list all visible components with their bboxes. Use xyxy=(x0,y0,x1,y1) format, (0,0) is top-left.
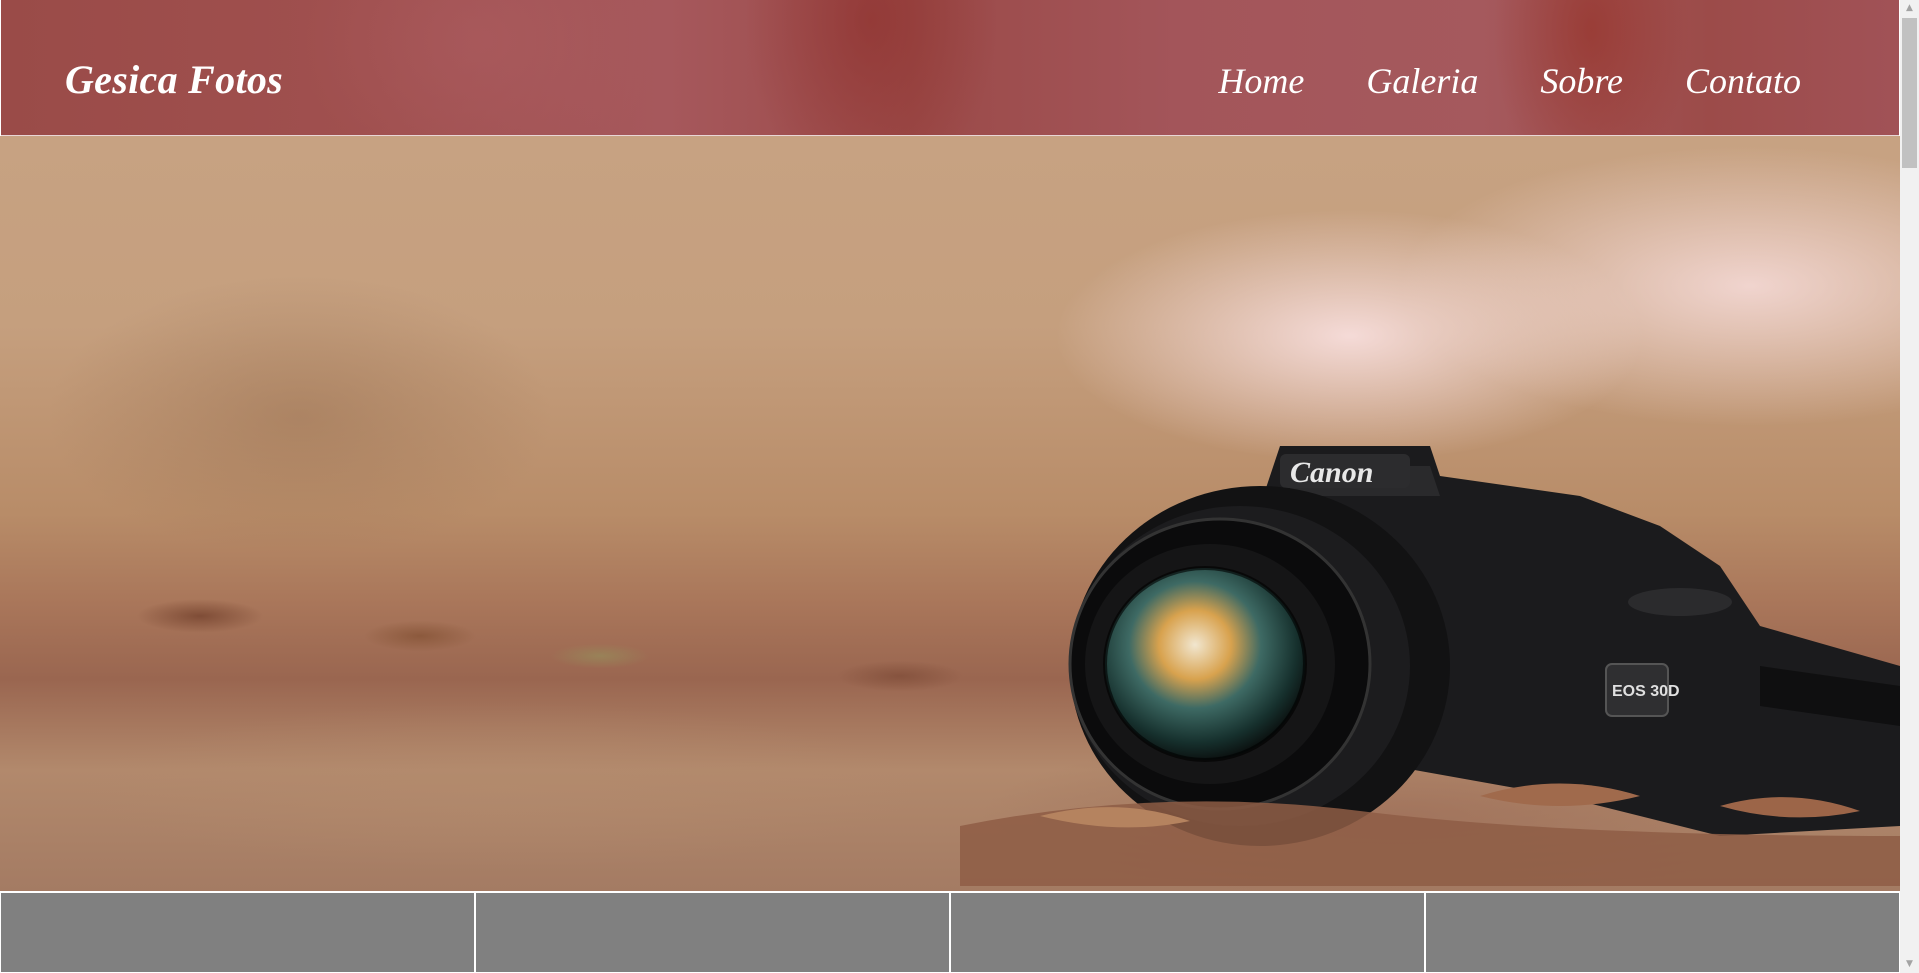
thumbnail-4[interactable] xyxy=(1425,892,1900,973)
scroll-up-icon[interactable]: ▲ xyxy=(1900,0,1919,17)
vertical-scrollbar[interactable]: ▲ ▼ xyxy=(1900,0,1919,973)
camera-brand-label: Canon xyxy=(1290,456,1373,489)
main-nav: Home Galeria Sobre Contato xyxy=(1156,60,1801,102)
camera-illustration: Canon EOS 30D xyxy=(960,446,1900,886)
camera-model-label: EOS 30D xyxy=(1612,683,1680,700)
nav-galeria-link[interactable]: Galeria xyxy=(1366,60,1478,102)
thumbnail-1[interactable] xyxy=(0,892,475,973)
hero-banner-image: Canon EOS 30D xyxy=(0,136,1900,891)
nav-contato-link[interactable]: Contato xyxy=(1685,60,1801,102)
site-header: Gesica Fotos Home Galeria Sobre Contato xyxy=(1,0,1899,136)
scroll-down-icon[interactable]: ▼ xyxy=(1900,956,1919,973)
thumbnail-strip xyxy=(0,892,1900,973)
nav-sobre-link[interactable]: Sobre xyxy=(1540,60,1623,102)
nav-home-link[interactable]: Home xyxy=(1218,60,1304,102)
site-logo[interactable]: Gesica Fotos xyxy=(65,56,283,103)
thumbnail-2[interactable] xyxy=(475,892,950,973)
thumbnail-3[interactable] xyxy=(950,892,1425,973)
page: Gesica Fotos Home Galeria Sobre Contato … xyxy=(0,0,1900,973)
scrollbar-thumb[interactable] xyxy=(1902,18,1917,168)
